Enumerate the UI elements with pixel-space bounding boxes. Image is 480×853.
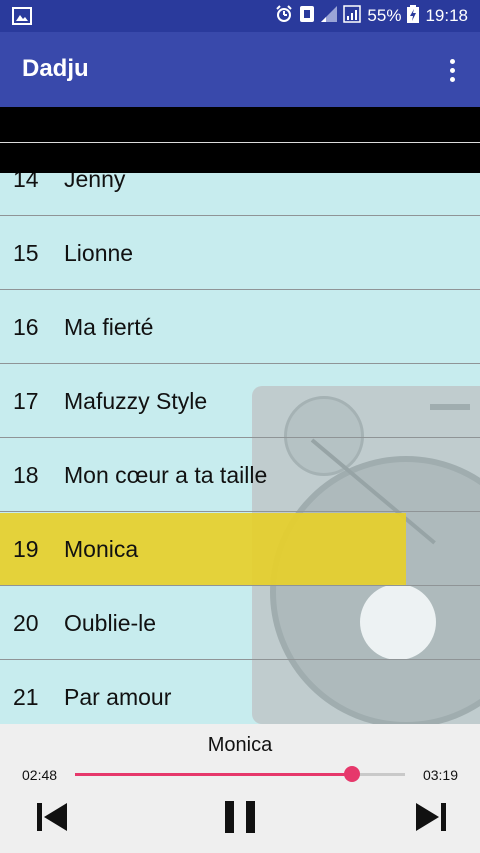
nfc-icon <box>299 5 315 28</box>
track-number: 15 <box>13 239 39 266</box>
list-item-active[interactable]: 19 Monica <box>0 513 480 586</box>
track-number: 17 <box>13 387 39 414</box>
app-title: Dadju <box>22 55 89 82</box>
status-bar: 55% 19:18 <box>0 0 480 32</box>
now-playing-title: Monica <box>207 734 273 756</box>
list-item[interactable]: 20 Oublie-le <box>0 587 480 660</box>
track-title: Mon cœur a ta taille <box>64 461 268 488</box>
track-number: 20 <box>13 609 39 636</box>
battery-percent: 55% <box>367 6 402 25</box>
app-bar: Dadju <box>0 32 480 107</box>
track-title: Ma fierté <box>64 313 154 340</box>
track-title: Monica <box>64 535 139 562</box>
track-title: Lionne <box>64 239 134 266</box>
clock: 19:18 <box>425 6 468 25</box>
track-number: 14 <box>13 173 39 192</box>
list-item[interactable]: 14 Jenny <box>0 173 480 216</box>
track-title: Oublie-le <box>64 609 157 636</box>
total-time: 03:19 <box>422 767 458 783</box>
list-item[interactable]: 17 Mafuzzy Style <box>0 365 480 438</box>
elapsed-time: 02:48 <box>22 767 58 783</box>
seek-thumb[interactable] <box>344 766 361 782</box>
track-list[interactable]: 14 Jenny 15 Lionne 16 Ma fierté 17 Mafuz… <box>0 173 480 724</box>
track-title: Par amour <box>64 683 172 710</box>
seek-bar[interactable] <box>75 766 405 782</box>
more-vert-icon[interactable] <box>442 54 462 86</box>
track-number: 19 <box>13 535 39 562</box>
player-panel: Monica 02:48 03:19 <box>0 724 480 853</box>
track-number: 21 <box>13 683 39 710</box>
list-item[interactable]: 21 Par amour <box>0 661 480 724</box>
track-number: 16 <box>13 313 39 340</box>
signal-icon <box>321 5 338 27</box>
divider <box>0 142 480 143</box>
signal-icon-2 <box>343 4 362 28</box>
track-title: Jenny <box>64 173 126 192</box>
banner-area <box>0 107 480 173</box>
track-title: Mafuzzy Style <box>64 387 208 414</box>
pause-icon[interactable] <box>220 797 260 837</box>
alarm-icon <box>275 4 293 28</box>
battery-icon <box>407 4 420 28</box>
image-icon <box>12 7 32 30</box>
list-item[interactable]: 18 Mon cœur a ta taille <box>0 439 480 512</box>
list-item[interactable]: 16 Ma fierté <box>0 291 480 364</box>
list-item[interactable]: 15 Lionne <box>0 217 480 290</box>
track-number: 18 <box>13 461 39 488</box>
previous-icon[interactable] <box>33 797 73 837</box>
seek-progress <box>75 773 353 776</box>
next-icon[interactable] <box>410 797 450 837</box>
